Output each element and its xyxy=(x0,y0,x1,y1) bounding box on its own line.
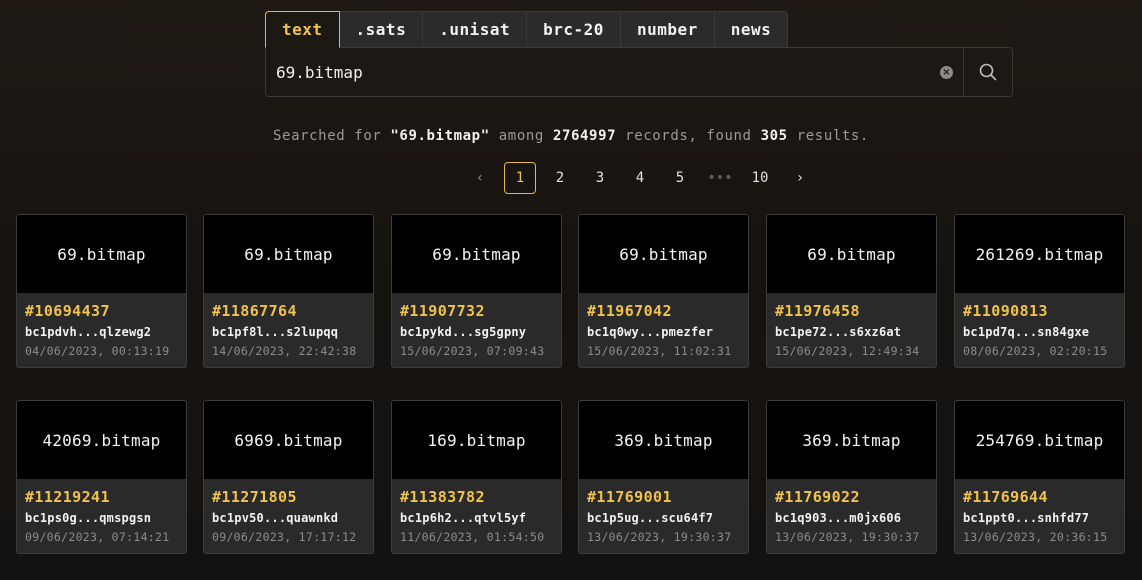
card-inscription-number: #11769001 xyxy=(587,488,672,506)
inscription-card[interactable]: 42069.bitmap #11219241 bc1ps0g...qmspgsn 09… xyxy=(16,400,187,554)
page-1-button[interactable]: 1 xyxy=(504,162,536,194)
card-address: bc1pv50...quawnkd xyxy=(212,511,339,525)
card-date: 15/06/2023, 11:02:31 xyxy=(587,344,732,358)
card-date: 13/06/2023, 20:36:15 xyxy=(963,530,1108,544)
card-inscription-number: #11867764 xyxy=(212,302,297,320)
tab-number[interactable]: number xyxy=(619,11,715,48)
card-inscription-number: #11769644 xyxy=(963,488,1048,506)
inscription-card[interactable]: 261269.bitmap #11090813 bc1pd7q...sn84gxe 0… xyxy=(954,214,1125,368)
card-date: 15/06/2023, 12:49:34 xyxy=(775,344,920,358)
card-title: 69.bitmap xyxy=(767,215,936,293)
tab-sats[interactable]: .sats xyxy=(338,11,424,48)
card-inscription-number: #11976458 xyxy=(775,302,860,320)
card-date: 15/06/2023, 07:09:43 xyxy=(400,344,545,358)
inscription-card[interactable]: 69.bitmap #11867764 bc1pf8l...s2lupqq 14/06… xyxy=(203,214,374,368)
card-title: 42069.bitmap xyxy=(17,401,186,479)
card-address: bc1pykd...sg5gpny xyxy=(400,325,527,339)
card-date: 14/06/2023, 22:42:38 xyxy=(212,344,357,358)
card-title: 69.bitmap xyxy=(204,215,373,293)
card-inscription-number: #11907732 xyxy=(400,302,485,320)
card-inscription-number: #11271805 xyxy=(212,488,297,506)
tab-unisat[interactable]: .unisat xyxy=(422,11,528,48)
tab-brc-20[interactable]: brc-20 xyxy=(526,11,621,48)
card-address: bc1q0wy...pmezfer xyxy=(587,325,714,339)
inscription-card[interactable]: 69.bitmap #10694437 bc1pdvh...qlzewg2 04/06… xyxy=(16,214,187,368)
inscription-card[interactable]: 69.bitmap #11907732 bc1pykd...sg5gpny 15/06… xyxy=(391,214,562,368)
summary-results-label: results. xyxy=(787,128,869,144)
page-2-button[interactable]: 2 xyxy=(544,162,576,194)
card-address: bc1p5ug...scu64f7 xyxy=(587,511,714,525)
card-title: 69.bitmap xyxy=(579,215,748,293)
card-date: 09/06/2023, 17:17:12 xyxy=(212,530,357,544)
card-date: 08/06/2023, 02:20:15 xyxy=(963,344,1108,358)
card-title: 6969.bitmap xyxy=(204,401,373,479)
card-title: 254769.bitmap xyxy=(955,401,1124,479)
card-title: 69.bitmap xyxy=(392,215,561,293)
page-3-button[interactable]: 3 xyxy=(584,162,616,194)
tab-news[interactable]: news xyxy=(713,11,789,48)
inscription-card[interactable]: 369.bitmap #11769022 bc1q903...m0jx606 13/0… xyxy=(766,400,937,554)
search-type-tabs: text .sats .unisat brc-20 number news xyxy=(265,11,789,48)
inscription-card[interactable]: 254769.bitmap #11769644 bc1ppt0...snhfd77 1… xyxy=(954,400,1125,554)
card-date: 11/06/2023, 01:54:50 xyxy=(400,530,545,544)
card-inscription-number: #11219241 xyxy=(25,488,110,506)
card-title: 69.bitmap xyxy=(17,215,186,293)
summary-records-count: 2764997 xyxy=(552,128,617,144)
card-inscription-number: #10694437 xyxy=(25,302,110,320)
search-input[interactable] xyxy=(266,48,940,96)
card-date: 09/06/2023, 07:14:21 xyxy=(25,530,170,544)
inscription-card[interactable]: 69.bitmap #11976458 bc1pe72...s6xz6at 15/06… xyxy=(766,214,937,368)
summary-prefix: Searched for xyxy=(273,128,391,144)
card-title: 169.bitmap xyxy=(392,401,561,479)
search-icon xyxy=(979,63,997,81)
card-inscription-number: #11967042 xyxy=(587,302,672,320)
tab-text[interactable]: text xyxy=(265,11,340,48)
card-inscription-number: #11769022 xyxy=(775,488,860,506)
card-date: 04/06/2023, 00:13:19 xyxy=(25,344,170,358)
summary-among: among xyxy=(489,128,553,144)
card-address: bc1ps0g...qmspgsn xyxy=(25,511,152,525)
inscription-card[interactable]: 169.bitmap #11383782 bc1p6h2...qtvl5yf 11/0… xyxy=(391,400,562,554)
card-address: bc1pe72...s6xz6at xyxy=(775,325,902,339)
card-date: 13/06/2023, 19:30:37 xyxy=(775,530,920,544)
results-summary: Searched for "69.bitmap" among 2764997 r… xyxy=(0,128,1142,144)
clear-icon[interactable]: × xyxy=(940,65,953,79)
summary-records-label: records, found xyxy=(616,128,761,144)
card-title: 369.bitmap xyxy=(767,401,936,479)
card-address: bc1pd7q...sn84gxe xyxy=(963,325,1090,339)
prev-page-button[interactable]: ‹ xyxy=(464,162,496,194)
inscription-card[interactable]: 69.bitmap #11967042 bc1q0wy...pmezfer 15/06… xyxy=(578,214,749,368)
card-title: 369.bitmap xyxy=(579,401,748,479)
page-5-button[interactable]: 5 xyxy=(664,162,696,194)
inscription-card[interactable]: 6969.bitmap #11271805 bc1pv50...quawnkd 09/… xyxy=(203,400,374,554)
search-button[interactable] xyxy=(963,48,1012,96)
next-page-button[interactable]: › xyxy=(784,162,816,194)
pagination: ‹ 1 2 3 4 5 ••• 10 › xyxy=(464,162,824,194)
search-bar: × xyxy=(265,47,1013,97)
card-address: bc1pf8l...s2lupqq xyxy=(212,325,339,339)
summary-query: "69.bitmap" xyxy=(390,128,490,144)
card-address: bc1ppt0...snhfd77 xyxy=(963,511,1090,525)
card-address: bc1pdvh...qlzewg2 xyxy=(25,325,152,339)
card-address: bc1q903...m0jx606 xyxy=(775,511,902,525)
card-inscription-number: #11383782 xyxy=(400,488,485,506)
page-10-button[interactable]: 10 xyxy=(744,162,776,194)
card-inscription-number: #11090813 xyxy=(963,302,1048,320)
summary-results-count: 305 xyxy=(760,128,788,144)
card-title: 261269.bitmap xyxy=(955,215,1124,293)
page-4-button[interactable]: 4 xyxy=(624,162,656,194)
card-date: 13/06/2023, 19:30:37 xyxy=(587,530,732,544)
card-address: bc1p6h2...qtvl5yf xyxy=(400,511,527,525)
page-ellipsis[interactable]: ••• xyxy=(704,162,736,194)
inscription-card[interactable]: 369.bitmap #11769001 bc1p5ug...scu64f7 13/0… xyxy=(578,400,749,554)
